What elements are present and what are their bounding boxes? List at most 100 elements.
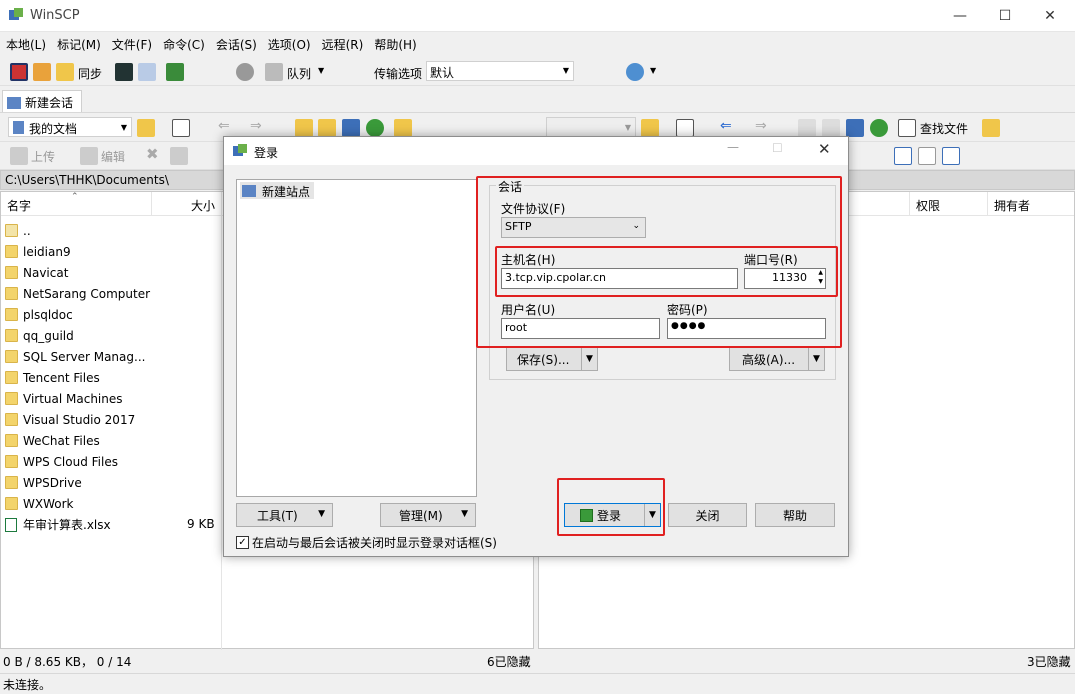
minus-icon[interactable]	[918, 147, 936, 165]
save-button[interactable]: 保存(S)... ▼	[506, 347, 598, 371]
spinner-down-icon[interactable]: ▼	[818, 278, 823, 285]
host-input[interactable]: 3.tcp.vip.cpolar.cn	[501, 268, 738, 289]
root-folder-icon[interactable]	[318, 119, 336, 137]
chevron-down-icon[interactable]: ▼	[650, 66, 656, 75]
menu-commands[interactable]: 命令(C)	[157, 33, 210, 53]
root-folder-icon[interactable]	[822, 119, 840, 137]
tree-icon[interactable]	[982, 119, 1000, 137]
menu-file[interactable]: 文件(F)	[106, 33, 157, 53]
menu-options[interactable]: 选项(O)	[262, 33, 316, 53]
list-item[interactable]: Visual Studio 2017	[5, 409, 215, 430]
list-item[interactable]: qq_guild	[5, 325, 215, 346]
forward-arrow-icon[interactable]: ⇒	[250, 118, 262, 134]
close-button[interactable]: 关闭	[668, 503, 747, 527]
home-icon[interactable]	[846, 119, 864, 137]
password-input[interactable]: ●●●●	[667, 318, 826, 339]
list-item[interactable]: plsqldoc	[5, 304, 215, 325]
globe-icon[interactable]	[626, 63, 644, 81]
site-tree[interactable]: 新建站点	[236, 179, 477, 497]
close-window-button[interactable]: ✕	[1027, 0, 1073, 32]
column-size-header[interactable]: 大小	[191, 197, 215, 214]
filter-icon[interactable]	[676, 119, 694, 137]
tools-button[interactable]: 工具(T) ▼	[236, 503, 333, 527]
show-login-checkbox-row[interactable]: ✓ 在启动与最后会话被关闭时显示登录对话框(S)	[236, 534, 497, 551]
refresh-panel-icon[interactable]	[166, 63, 184, 81]
manage-button[interactable]: 管理(M) ▼	[380, 503, 476, 527]
transfer-options-select[interactable]: 默认 ▼	[426, 61, 574, 81]
synchronize-browse-icon[interactable]	[33, 63, 51, 81]
sync-label[interactable]: 同步	[78, 65, 102, 82]
list-item[interactable]: 年审计算表.xlsx	[5, 514, 215, 535]
list-item[interactable]: ..	[5, 220, 215, 241]
edit-label[interactable]: 编辑	[101, 148, 125, 165]
list-item[interactable]: WPS Cloud Files	[5, 451, 215, 472]
list-item[interactable]: SQL Server Manag...	[5, 346, 215, 367]
delete-icon[interactable]: ✖	[146, 145, 159, 163]
refresh-icon[interactable]	[870, 119, 888, 137]
open-folder-icon[interactable]	[137, 119, 155, 137]
tab-new-session[interactable]: 新建会话	[2, 90, 82, 112]
list-item[interactable]: Virtual Machines	[5, 388, 215, 409]
port-input[interactable]: 11330 ▲ ▼	[744, 268, 826, 289]
local-hidden-count[interactable]: 6已隐藏	[487, 653, 531, 670]
list-item[interactable]: WXWork	[5, 493, 215, 514]
maximize-button[interactable]: ☐	[772, 141, 783, 155]
advanced-dropdown-icon[interactable]: ▼	[808, 348, 824, 370]
queue-icon[interactable]	[265, 63, 283, 81]
help-button[interactable]: 帮助	[755, 503, 835, 527]
menu-help[interactable]: 帮助(H)	[368, 33, 421, 53]
tree-icon[interactable]	[394, 119, 412, 137]
remote-location-select[interactable]: ▼	[546, 117, 636, 137]
find-files-icon[interactable]	[898, 119, 916, 137]
location-select[interactable]: 我的文档 ▼	[8, 117, 132, 137]
menu-remote[interactable]: 远程(R)	[316, 33, 369, 53]
back-arrow-icon[interactable]: ⇐	[720, 118, 732, 134]
filter-icon[interactable]	[172, 119, 190, 137]
column-owner-header[interactable]: 拥有者	[994, 197, 1030, 214]
login-dropdown-icon[interactable]: ▼	[644, 504, 660, 526]
putty-icon[interactable]	[138, 63, 156, 81]
forward-arrow-icon[interactable]: ⇒	[755, 118, 767, 134]
checkbox[interactable]: ✓	[236, 536, 249, 549]
minimize-button[interactable]: —	[937, 0, 983, 32]
tree-item-new-site[interactable]: 新建站点	[240, 182, 315, 199]
login-button[interactable]: 登录 ▼	[564, 503, 661, 527]
refresh-icon[interactable]	[366, 119, 384, 137]
chevron-down-icon[interactable]: ▼	[318, 66, 324, 75]
remote-hidden-count[interactable]: 3已隐藏	[1027, 653, 1071, 670]
parent-folder-icon[interactable]	[798, 119, 816, 137]
upload-icon[interactable]	[10, 147, 28, 165]
maximize-button[interactable]: ☐	[982, 0, 1028, 32]
list-item[interactable]: WeChat Files	[5, 430, 215, 451]
list-item[interactable]: WPSDrive	[5, 472, 215, 493]
list-item[interactable]: Tencent Files	[5, 367, 215, 388]
add-icon[interactable]	[894, 147, 912, 165]
parent-folder-icon[interactable]	[295, 119, 313, 137]
filter-icon[interactable]	[942, 147, 960, 165]
gear-icon[interactable]	[236, 63, 254, 81]
menu-session[interactable]: 会话(S)	[210, 33, 262, 53]
queue-label[interactable]: 队列	[287, 65, 311, 82]
advanced-button[interactable]: 高级(A)... ▼	[729, 347, 825, 371]
column-name-header[interactable]: 名字	[7, 197, 31, 214]
menu-local[interactable]: 本地(L)	[0, 33, 51, 53]
column-permissions-header[interactable]: 权限	[916, 197, 940, 214]
compare-icon[interactable]	[10, 63, 28, 81]
list-item[interactable]: Navicat	[5, 262, 215, 283]
sync-folder-icon[interactable]	[56, 63, 74, 81]
back-arrow-icon[interactable]: ⇐	[218, 118, 230, 134]
properties-icon[interactable]	[170, 147, 188, 165]
username-input[interactable]: root	[501, 318, 660, 339]
list-item[interactable]: leidian9	[5, 241, 215, 262]
upload-label[interactable]: 上传	[31, 148, 55, 165]
list-item[interactable]: NetSarang Computer	[5, 283, 215, 304]
home-icon[interactable]	[342, 119, 360, 137]
spinner-up-icon[interactable]: ▲	[818, 269, 823, 276]
save-dropdown-icon[interactable]: ▼	[581, 348, 597, 370]
protocol-select[interactable]: SFTP ⌄	[501, 217, 646, 238]
minimize-button[interactable]: —	[727, 140, 739, 154]
open-folder-icon[interactable]	[641, 119, 659, 137]
close-dialog-button[interactable]: ✕	[818, 140, 831, 158]
edit-icon[interactable]	[80, 147, 98, 165]
find-files-label[interactable]: 查找文件	[920, 120, 968, 137]
